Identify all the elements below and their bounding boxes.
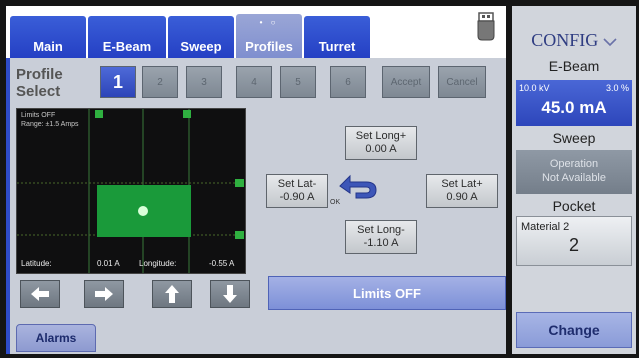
tab-turret-label: Turret (318, 39, 356, 54)
tab-turret[interactable]: Turret (304, 16, 370, 58)
profiles-panel: Profile Select 1 2 3 4 5 6 Accept Cancel (6, 58, 506, 314)
tab-bar: Main E-Beam Sweep • ○ Profiles Turret (6, 6, 506, 58)
profile-button-3-label: 3 (201, 76, 207, 88)
lat-minus-marker (95, 110, 103, 118)
sweep-status-box: Operation Not Available (516, 150, 632, 194)
alarms-label: Alarms (35, 331, 77, 345)
config-title[interactable]: CONFIG (512, 30, 636, 51)
accept-button[interactable]: Accept (382, 66, 430, 98)
set-long-minus-value: -1.10 A (363, 237, 399, 249)
profile-button-5-label: 5 (295, 76, 301, 88)
move-left-button[interactable] (20, 280, 60, 308)
profile-button-3[interactable]: 3 (186, 66, 222, 98)
profile-button-4[interactable]: 4 (236, 66, 272, 98)
ok-button[interactable]: OK (328, 168, 388, 208)
profile-button-1[interactable]: 1 (100, 66, 136, 98)
latitude-value: 0.01 A (97, 259, 120, 268)
ebeam-kv: 10.0 kV (519, 83, 550, 93)
set-long-minus-button[interactable]: Set Long- -1.10 A (345, 220, 417, 254)
pocket-status-box[interactable]: Material 2 2 (516, 216, 632, 266)
alarms-button[interactable]: Alarms (16, 324, 96, 352)
tab-profiles-label: Profiles (245, 39, 293, 54)
ebeam-status-box[interactable]: 10.0 kV 3.0 % 45.0 mA (516, 80, 632, 126)
profile-button-2-label: 2 (157, 76, 163, 88)
page-indicator: • ○ (259, 18, 279, 27)
graph-canvas (17, 109, 245, 273)
set-lat-minus-button[interactable]: Set Lat- -0.90 A (266, 174, 328, 208)
sweep-heading: Sweep (552, 130, 596, 146)
cancel-button[interactable]: Cancel (438, 66, 486, 98)
set-lat-minus-label: Set Lat- (277, 178, 317, 190)
longitude-label: Longitude: (139, 259, 177, 268)
set-long-plus-label: Set Long+ (355, 130, 407, 142)
move-down-button[interactable] (210, 280, 250, 308)
profile-button-6[interactable]: 6 (330, 66, 366, 98)
accept-label: Accept (390, 76, 422, 88)
lat-plus-marker (183, 110, 191, 118)
tab-sweep-label: Sweep (180, 39, 222, 54)
set-lat-plus-label: Set Lat+ (441, 178, 483, 190)
profile-select-label: Profile Select (16, 66, 63, 100)
profile-label-line2: Select (16, 83, 61, 100)
profile-button-4-label: 4 (251, 76, 257, 88)
set-long-minus-label: Set Long- (357, 224, 405, 236)
change-button[interactable]: Change (516, 312, 632, 348)
set-long-plus-value: 0.00 A (365, 143, 397, 155)
profile-button-2[interactable]: 2 (142, 66, 178, 98)
pocket-heading: Pocket (552, 198, 596, 214)
ebeam-current: 45.0 mA (541, 98, 607, 117)
pocket-material: Material 2 (521, 221, 570, 233)
tab-profiles[interactable]: • ○ Profiles (236, 14, 302, 58)
move-right-button[interactable] (84, 280, 124, 308)
tab-main-label: Main (33, 39, 63, 54)
set-lat-plus-button[interactable]: Set Lat+ 0.90 A (426, 174, 498, 208)
limits-button-label: Limits OFF (353, 285, 421, 301)
cancel-label: Cancel (446, 76, 478, 88)
graph-range-text: Range: ±1.5 Amps (21, 121, 79, 128)
arrow-down-icon (223, 285, 237, 303)
long-plus-marker (235, 179, 244, 187)
change-label: Change (548, 322, 600, 338)
sweep-line1: Operation (549, 158, 599, 170)
ebeam-heading: E-Beam (548, 58, 600, 74)
arrow-right-icon (95, 287, 113, 301)
profile-button-1-label: 1 (112, 71, 123, 92)
config-panel: CONFIG E-Beam 10.0 kV 3.0 % 45.0 mA Swee… (512, 6, 636, 354)
longitude-value: -0.55 A (209, 259, 235, 268)
tab-sweep[interactable]: Sweep (168, 16, 234, 58)
usb-drive-icon (477, 12, 495, 41)
set-lat-minus-value: -0.90 A (279, 191, 315, 203)
bottom-bar: Alarms (6, 314, 506, 354)
long-minus-marker (235, 231, 244, 239)
beam-position-marker (138, 206, 148, 216)
profile-label-line1: Profile (16, 66, 63, 83)
arrow-left-icon (31, 287, 49, 301)
sweep-line2: Not Available (541, 172, 606, 184)
sweep-position-graph[interactable]: Limits OFF Range: ±1.5 Amps Latitude: 0.… (16, 108, 246, 274)
profile-button-6-label: 6 (345, 76, 351, 88)
graph-limits-text: Limits OFF (21, 112, 56, 119)
set-lat-plus-value: 0.90 A (446, 191, 478, 203)
tab-e-beam-label: E-Beam (102, 39, 152, 54)
chevron-down-icon (603, 38, 617, 47)
move-up-button[interactable] (152, 280, 192, 308)
pocket-number: 2 (568, 235, 579, 255)
tab-e-beam[interactable]: E-Beam (88, 16, 166, 58)
limits-toggle-button[interactable]: Limits OFF (268, 276, 506, 310)
profile-button-5[interactable]: 5 (280, 66, 316, 98)
arrow-up-icon (165, 285, 179, 303)
set-long-plus-button[interactable]: Set Long+ 0.00 A (345, 126, 417, 160)
ebeam-percent: 3.0 % (605, 83, 629, 93)
latitude-label: Latitude: (21, 259, 52, 268)
ok-label: OK (330, 199, 341, 206)
screen: Main E-Beam Sweep • ○ Profiles Turret Pr… (0, 0, 639, 358)
tab-main[interactable]: Main (10, 16, 86, 58)
config-title-text: CONFIG (531, 30, 599, 50)
